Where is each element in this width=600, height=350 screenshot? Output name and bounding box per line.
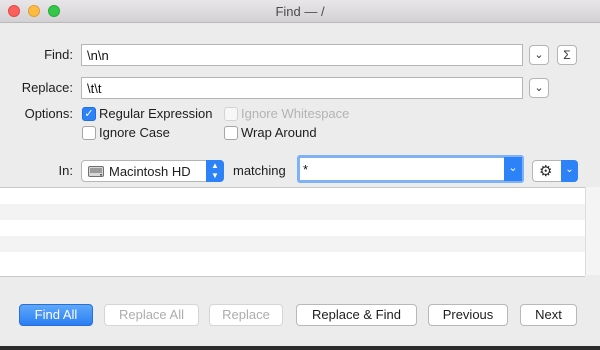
hard-drive-icon: [88, 166, 104, 177]
find-history-button[interactable]: ⌄: [529, 45, 549, 65]
replace-button: Replace: [209, 304, 283, 326]
list-row: [0, 204, 585, 220]
settings-popup[interactable]: ⚙ ⌄: [532, 160, 578, 182]
find-field[interactable]: \n\n: [81, 44, 523, 66]
chevron-down-icon[interactable]: ⌄: [504, 157, 522, 181]
matching-value: *: [303, 162, 309, 177]
replace-and-find-button[interactable]: Replace & Find: [296, 304, 417, 326]
regular-expression-checkbox[interactable]: ✓: [82, 107, 96, 121]
wrap-around-checkbox[interactable]: [224, 126, 238, 140]
options-label: Options:: [24, 106, 73, 121]
replace-all-button: Replace All: [104, 304, 199, 326]
find-window: Find — / Find: \n\n ⌄ Σ Replace: \t\t ⌄ …: [0, 0, 600, 346]
chevron-down-icon: ⌄: [534, 49, 544, 61]
replace-history-button[interactable]: ⌄: [529, 78, 549, 98]
ignore-case-label: Ignore Case: [99, 125, 170, 140]
location-popup[interactable]: Macintosh HD ▲ ▼: [81, 160, 224, 182]
list-row: [0, 188, 585, 204]
next-button[interactable]: Next: [520, 304, 577, 326]
special-characters-button[interactable]: Σ: [557, 45, 577, 65]
replace-label: Replace:: [21, 80, 73, 95]
list-row: [0, 220, 585, 236]
checkmark-icon: ✓: [84, 108, 94, 120]
list-row: [0, 236, 585, 252]
chevron-down-icon: ⌄: [534, 82, 544, 94]
title-bar: Find — /: [0, 0, 600, 23]
in-label: In:: [58, 163, 73, 178]
results-list[interactable]: [0, 187, 585, 277]
chevron-down-icon: ⌄: [561, 160, 578, 182]
replace-field[interactable]: \t\t: [81, 77, 523, 99]
regular-expression-label: Regular Expression: [99, 106, 213, 121]
ignore-whitespace-label: Ignore Whitespace: [241, 106, 350, 121]
find-all-button[interactable]: Find All: [19, 304, 93, 326]
gear-icon: ⚙: [539, 163, 553, 180]
matching-field[interactable]: * ⌄: [297, 155, 524, 183]
previous-button[interactable]: Previous: [428, 304, 508, 326]
updown-arrows-icon: ▲ ▼: [206, 160, 224, 182]
results-scrollbar[interactable]: [585, 187, 600, 275]
wrap-around-label: Wrap Around: [241, 125, 317, 140]
matching-label: matching: [233, 163, 286, 178]
ignore-whitespace-checkbox: [224, 107, 238, 121]
ignore-case-checkbox[interactable]: [82, 126, 96, 140]
list-row: [0, 252, 585, 268]
location-value: Macintosh HD: [109, 164, 191, 179]
find-label: Find:: [44, 47, 73, 62]
window-title: Find — /: [275, 4, 325, 19]
sigma-icon: Σ: [563, 48, 571, 62]
